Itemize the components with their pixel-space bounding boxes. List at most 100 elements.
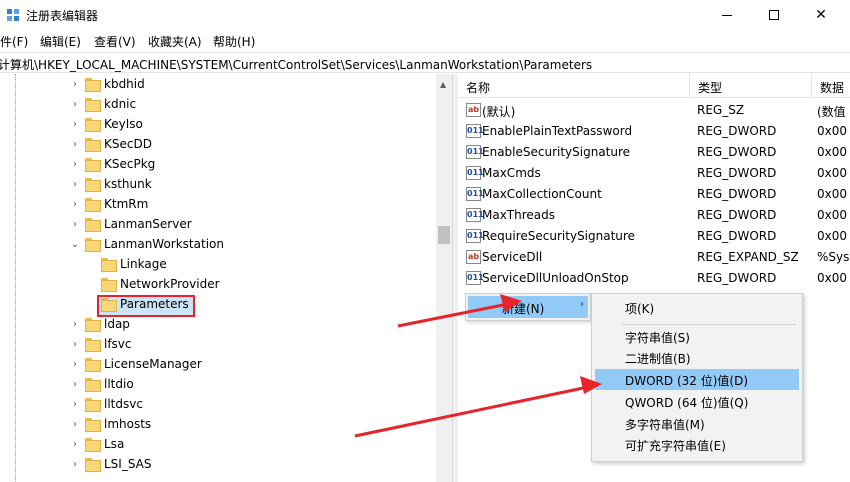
chevron-right-icon[interactable]: › (70, 399, 80, 411)
chevron-right-icon[interactable]: › (70, 339, 80, 351)
tree-item-label: lfsvc (104, 337, 132, 351)
menu-favorites[interactable]: 收藏夹(A) (148, 33, 202, 50)
column-header-type[interactable]: 类型 (690, 74, 812, 98)
folder-icon (85, 318, 101, 332)
tree-item-kdnic[interactable]: › kdnic (0, 95, 430, 115)
menu-edit[interactable]: 编辑(E) (40, 33, 81, 50)
chevron-right-icon[interactable]: › (70, 159, 80, 171)
tree-item-lltdsvc[interactable]: › lltdsvc (0, 395, 430, 415)
value-data: 0x00 (817, 124, 848, 138)
menu-view[interactable]: 查看(V) (94, 33, 136, 50)
tree-item-lanmanworkstation[interactable]: ⌄ LanmanWorkstation (0, 235, 430, 255)
value-row[interactable]: 011 RequireSecuritySignature REG_DWORD 0x00 (458, 226, 850, 247)
folder-icon (85, 178, 101, 192)
value-row[interactable]: 011 MaxThreads REG_DWORD 0x00 (458, 205, 850, 226)
value-row[interactable]: ab (默认) REG_SZ (数值 (458, 100, 850, 121)
folder-icon (85, 358, 101, 372)
tree-item-lanmanserver[interactable]: › LanmanServer (0, 215, 430, 235)
tree-item-kbdhid[interactable]: › kbdhid (0, 75, 430, 95)
context-menu-new[interactable]: 新建(N) › (468, 296, 588, 318)
submenu-item-2[interactable]: 二进制值(B) (595, 347, 799, 368)
column-header-name[interactable]: 名称 (458, 74, 690, 98)
value-row[interactable]: 011 EnableSecuritySignature REG_DWORD 0x00 (458, 142, 850, 163)
folder-icon (85, 218, 101, 232)
value-row[interactable]: 011 MaxCollectionCount REG_DWORD 0x00 (458, 184, 850, 205)
value-type: REG_EXPAND_SZ (697, 250, 799, 264)
menu-file[interactable]: 文件(F) (0, 33, 28, 50)
folder-icon (101, 278, 117, 292)
binary-value-icon: 011 (466, 271, 484, 285)
submenu-item-1[interactable]: 字符串值(S) (595, 326, 799, 347)
tree-item-label: KtmRm (104, 197, 149, 211)
chevron-right-icon[interactable]: › (70, 359, 80, 371)
tree-item-parameters[interactable]: Parameters (0, 295, 430, 315)
maximize-button[interactable] (751, 0, 797, 30)
submenu-item-6[interactable]: 可扩充字符串值(E) (595, 434, 799, 455)
submenu-item-0[interactable]: 项(K) (595, 297, 799, 318)
tree-item-ksecpkg[interactable]: › KSecPkg (0, 155, 430, 175)
tree-item-lfsvc[interactable]: › lfsvc (0, 335, 430, 355)
chevron-down-icon[interactable]: ⌄ (70, 239, 80, 251)
tree-item-lsi-sas[interactable]: › LSI_SAS (0, 455, 430, 475)
chevron-right-icon[interactable]: › (70, 139, 80, 151)
tree-item-label: LicenseManager (104, 357, 202, 371)
tree-item-ksecdd[interactable]: › KSecDD (0, 135, 430, 155)
tree-item-licensemanager[interactable]: › LicenseManager (0, 355, 430, 375)
tree-scrollbar[interactable]: ▲ (436, 74, 452, 482)
menu-help[interactable]: 帮助(H) (213, 33, 255, 50)
value-data: 0x00 (817, 208, 848, 222)
value-row[interactable]: ab ServiceDll REG_EXPAND_SZ %Sys (458, 247, 850, 268)
binary-value-icon: 011 (466, 187, 484, 201)
value-data: 0x00 (817, 271, 848, 285)
value-type: REG_SZ (697, 103, 745, 117)
tree-item-ldap[interactable]: › ldap (0, 315, 430, 335)
chevron-right-icon[interactable]: › (70, 219, 80, 231)
value-type: REG_DWORD (697, 229, 777, 243)
column-header-data[interactable]: 数据 (812, 74, 850, 98)
tree-item-ksthunk[interactable]: › ksthunk (0, 175, 430, 195)
minimize-icon (722, 14, 732, 16)
chevron-right-icon[interactable]: › (70, 419, 80, 431)
tree-item-lltdio[interactable]: › lltdio (0, 375, 430, 395)
close-button[interactable]: ✕ (798, 0, 844, 30)
tree-item-keyiso[interactable]: › KeyIso (0, 115, 430, 135)
tree-item-label: ksthunk (104, 177, 152, 191)
value-row[interactable]: 011 MaxCmds REG_DWORD 0x00 (458, 163, 850, 184)
minimize-button[interactable] (704, 0, 750, 30)
chevron-right-icon[interactable]: › (70, 79, 80, 91)
folder-icon (85, 158, 101, 172)
tree-item-ktmrm[interactable]: › KtmRm (0, 195, 430, 215)
address-path[interactable]: 计算机\HKEY_LOCAL_MACHINE\SYSTEM\CurrentCon… (0, 56, 592, 73)
binary-value-icon: 011 (466, 166, 484, 180)
submenu-item-3[interactable]: DWORD (32 位)值(D) (595, 369, 799, 390)
tree-item-linkage[interactable]: Linkage (0, 255, 430, 275)
submenu-item-label: 字符串值(S) (625, 331, 690, 345)
tree-item-lmhosts[interactable]: › lmhosts (0, 415, 430, 435)
chevron-right-icon[interactable]: › (70, 199, 80, 211)
value-row[interactable]: 011 EnablePlainTextPassword REG_DWORD 0x00 (458, 121, 850, 142)
value-type: REG_DWORD (697, 271, 777, 285)
submenu-item-4[interactable]: QWORD (64 位)值(Q) (595, 391, 799, 412)
submenu-item-5[interactable]: 多字符串值(M) (595, 413, 799, 434)
scroll-up-icon[interactable]: ▲ (440, 80, 446, 89)
tree-item-networkprovider[interactable]: NetworkProvider (0, 275, 430, 295)
binary-value-icon: 011 (466, 229, 484, 243)
chevron-right-icon[interactable]: › (70, 459, 80, 471)
value-row[interactable]: 011 ServiceDllUnloadOnStop REG_DWORD 0x00 (458, 268, 850, 289)
chevron-right-icon[interactable]: › (70, 319, 80, 331)
address-bar[interactable]: 计算机\HKEY_LOCAL_MACHINE\SYSTEM\CurrentCon… (0, 52, 850, 73)
chevron-right-icon[interactable]: › (70, 119, 80, 131)
scrollbar-thumb[interactable] (438, 226, 450, 244)
chevron-right-icon[interactable]: › (70, 99, 80, 111)
chevron-right-icon[interactable]: › (70, 179, 80, 191)
submenu-item-label: 二进制值(B) (625, 352, 691, 366)
tree-item-label: lmhosts (104, 417, 152, 431)
chevron-right-icon[interactable]: › (70, 379, 80, 391)
value-name: EnableSecuritySignature (482, 145, 631, 159)
tree-item-lsa[interactable]: › Lsa (0, 435, 430, 455)
tree-item-label: LanmanServer (104, 217, 192, 231)
value-data: 0x00 (817, 187, 848, 201)
folder-icon (85, 458, 101, 472)
binary-value-icon: 011 (466, 145, 484, 159)
chevron-right-icon[interactable]: › (70, 439, 80, 451)
